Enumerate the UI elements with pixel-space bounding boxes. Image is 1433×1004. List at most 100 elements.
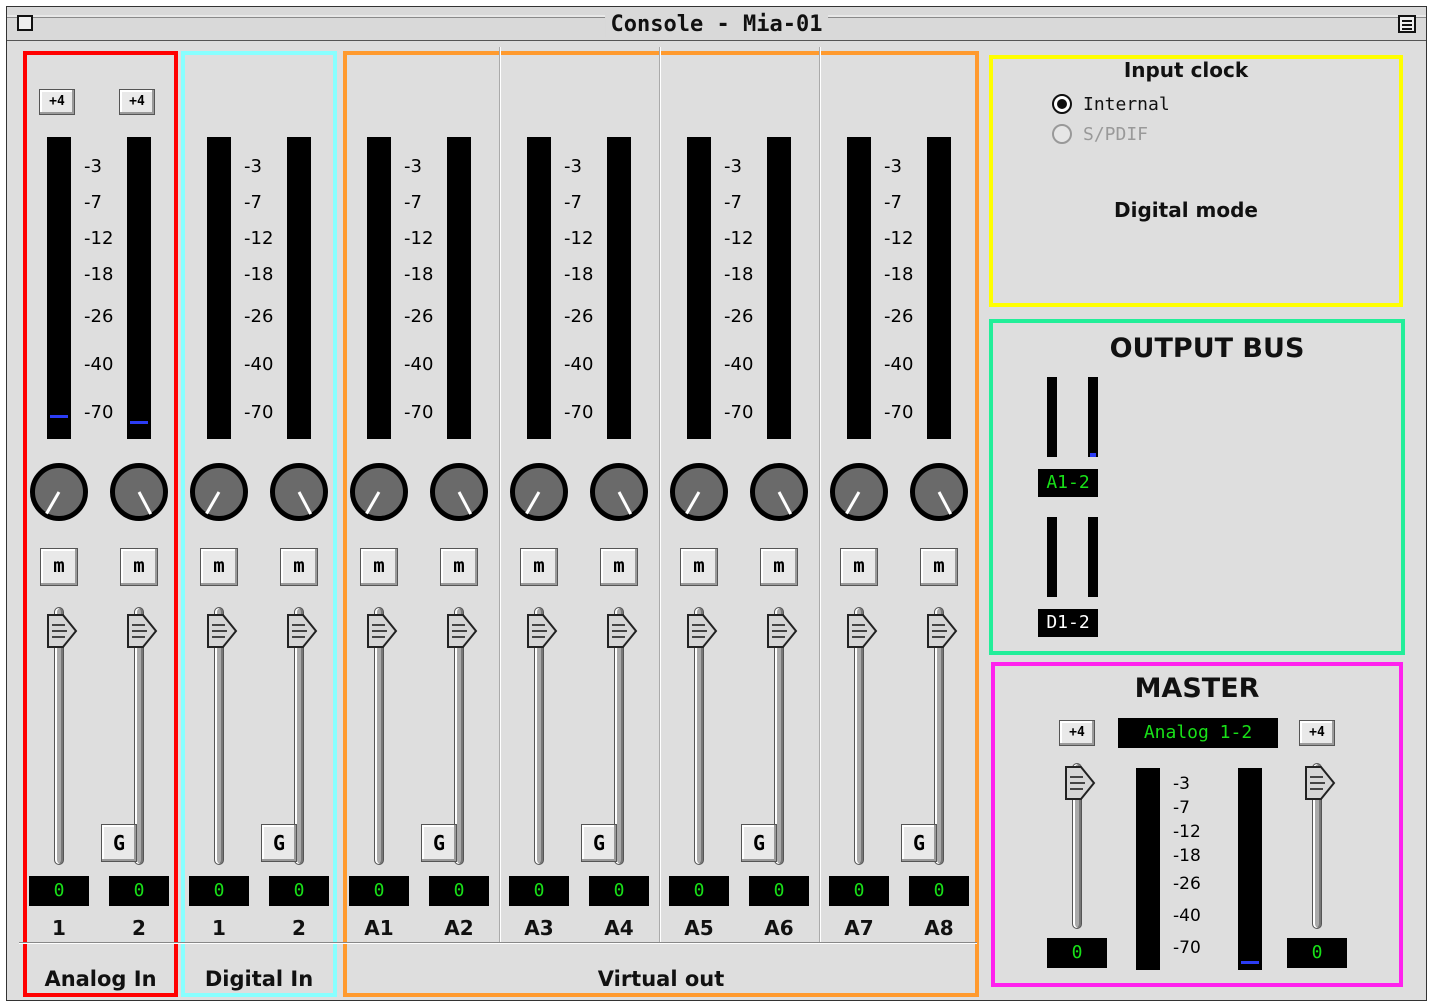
fader-handle[interactable] <box>45 611 79 651</box>
mute-button[interactable]: m <box>520 548 558 586</box>
mute-button[interactable]: m <box>680 548 718 586</box>
meter-scale-label: -70 <box>404 402 434 423</box>
output-bus-title: OUTPUT BUS <box>1109 333 1305 364</box>
fader-handle[interactable] <box>125 611 159 651</box>
fader-value-display: 0 <box>189 876 249 906</box>
channel-label: A1 <box>364 916 394 940</box>
master-fader-handle[interactable] <box>1063 763 1097 803</box>
zoom-box-icon[interactable] <box>1398 15 1416 33</box>
gang-button[interactable]: G <box>101 824 137 862</box>
fader-handle[interactable] <box>925 611 959 651</box>
console-window: Console - Mia-01 Analog In Digital In Virt… <box>6 6 1427 1001</box>
fader-handle[interactable] <box>525 611 559 651</box>
master-value-display: 0 <box>1287 938 1347 968</box>
channel-label: A7 <box>844 916 874 940</box>
meter-scale-label: -7 <box>724 192 742 213</box>
meter-scale-label: -18 <box>244 264 274 285</box>
plus4-button[interactable]: +4 <box>39 89 75 115</box>
channel-label: 2 <box>132 916 146 940</box>
fader-handle[interactable] <box>685 611 719 651</box>
pan-knob[interactable] <box>350 463 408 521</box>
master-plus4-button[interactable]: +4 <box>1059 720 1095 746</box>
channel-label: A4 <box>604 916 634 940</box>
mute-button[interactable]: m <box>280 548 318 586</box>
master-source-display[interactable]: Analog 1-2 <box>1118 718 1278 748</box>
fader-value-display: 0 <box>29 876 89 906</box>
pan-knob[interactable] <box>30 463 88 521</box>
master-plus4-button[interactable]: +4 <box>1299 720 1335 746</box>
pan-knob[interactable] <box>430 463 488 521</box>
meter-scale-label: -18 <box>724 264 754 285</box>
meter-scale-label: -12 <box>404 228 434 249</box>
fader-handle[interactable] <box>445 611 479 651</box>
title-bar[interactable]: Console - Mia-01 <box>7 7 1426 41</box>
fader-value-display: 0 <box>669 876 729 906</box>
mute-button[interactable]: m <box>920 548 958 586</box>
fader-handle[interactable] <box>765 611 799 651</box>
meter-scale-label: -70 <box>724 402 754 423</box>
pan-knob[interactable] <box>510 463 568 521</box>
pan-knob[interactable] <box>590 463 648 521</box>
input-clock-panel <box>989 55 1403 307</box>
bus-label-d12: D1-2 <box>1038 609 1098 637</box>
fader-handle[interactable] <box>365 611 399 651</box>
meter-scale-label: -7 <box>404 192 422 213</box>
channel-label: 1 <box>212 916 226 940</box>
bus-level-meter <box>1047 377 1057 457</box>
mute-button[interactable]: m <box>40 548 78 586</box>
meter-scale-label: -18 <box>404 264 434 285</box>
meter-scale-label: -40 <box>884 354 914 375</box>
clock-radio-internal[interactable] <box>1052 94 1072 114</box>
master-scale-label: -18 <box>1173 846 1201 866</box>
master-fader-handle[interactable] <box>1303 763 1337 803</box>
channel-label: A6 <box>764 916 794 940</box>
pan-knob[interactable] <box>750 463 808 521</box>
meter-scale-label: -12 <box>884 228 914 249</box>
group-label-2: Virtual out <box>597 967 725 991</box>
fader-handle[interactable] <box>845 611 879 651</box>
master-level-meter <box>1238 768 1262 970</box>
meter-scale-label: -70 <box>884 402 914 423</box>
master-title: MASTER <box>1134 673 1260 704</box>
level-meter <box>527 137 551 439</box>
pan-knob[interactable] <box>110 463 168 521</box>
pan-knob[interactable] <box>190 463 248 521</box>
meter-scale-label: -7 <box>244 192 262 213</box>
meter-scale-label: -70 <box>244 402 274 423</box>
clock-radio-label: S/PDIF <box>1083 124 1149 145</box>
channel-label: A5 <box>684 916 714 940</box>
fader-handle[interactable] <box>285 611 319 651</box>
mute-button[interactable]: m <box>600 548 638 586</box>
gang-button[interactable]: G <box>581 824 617 862</box>
mute-button[interactable]: m <box>360 548 398 586</box>
mute-button[interactable]: m <box>760 548 798 586</box>
gang-button[interactable]: G <box>741 824 777 862</box>
mute-button[interactable]: m <box>200 548 238 586</box>
fader-handle[interactable] <box>205 611 239 651</box>
plus4-button[interactable]: +4 <box>119 89 155 115</box>
bus-level-meter <box>1047 517 1057 597</box>
gang-button[interactable]: G <box>901 824 937 862</box>
meter-scale-label: -3 <box>244 156 262 177</box>
meter-scale-label: -7 <box>564 192 582 213</box>
master-scale-label: -26 <box>1173 874 1201 894</box>
pan-knob[interactable] <box>830 463 888 521</box>
pan-knob[interactable] <box>910 463 968 521</box>
mute-button[interactable]: m <box>120 548 158 586</box>
meter-scale-label: -18 <box>84 264 114 285</box>
bus-level-meter <box>1088 517 1098 597</box>
gang-button[interactable]: G <box>421 824 457 862</box>
mute-button[interactable]: m <box>440 548 478 586</box>
channel-label: 2 <box>292 916 306 940</box>
meter-scale-label: -3 <box>724 156 742 177</box>
close-box-icon[interactable] <box>17 15 33 31</box>
level-meter <box>127 137 151 439</box>
mute-button[interactable]: m <box>840 548 878 586</box>
pan-knob[interactable] <box>670 463 728 521</box>
meter-scale-label: -12 <box>564 228 594 249</box>
pan-knob[interactable] <box>270 463 328 521</box>
gang-button[interactable]: G <box>261 824 297 862</box>
fader-handle[interactable] <box>605 611 639 651</box>
strip-divider-2 <box>819 47 821 942</box>
bus-level-meter <box>1088 377 1098 457</box>
